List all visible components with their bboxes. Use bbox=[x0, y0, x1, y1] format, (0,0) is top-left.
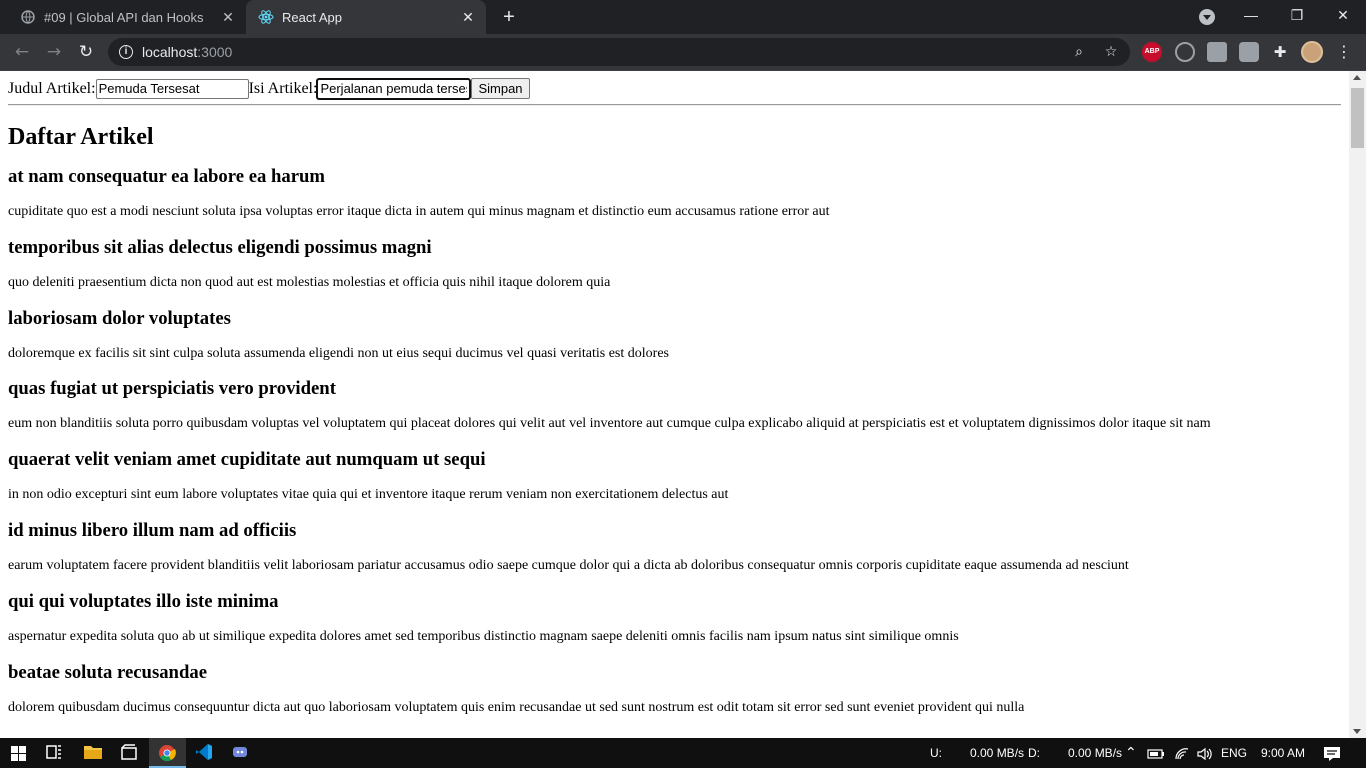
page-title: Daftar Artikel bbox=[8, 124, 154, 150]
scroll-up-icon[interactable] bbox=[1353, 75, 1361, 80]
article-body: in non odio excepturi sint eum labore vo… bbox=[8, 487, 729, 503]
scroll-down-icon[interactable] bbox=[1353, 729, 1361, 734]
extension-icon[interactable] bbox=[1175, 42, 1195, 62]
bookmark-star-icon[interactable]: ☆ bbox=[1102, 43, 1120, 61]
article-body: dolorem quibusdam ducimus consequuntur d… bbox=[8, 699, 1025, 715]
minimize-button[interactable]: — bbox=[1228, 0, 1274, 34]
article-body: quo deleniti praesentium dicta non quod … bbox=[8, 274, 611, 290]
zoom-icon[interactable]: ⌕ bbox=[1070, 43, 1088, 61]
net-down-value: 0.00 MB/s bbox=[1068, 746, 1123, 760]
new-tab-button[interactable]: + bbox=[498, 7, 520, 27]
close-icon[interactable]: ✕ bbox=[220, 9, 236, 25]
divider bbox=[8, 104, 1341, 106]
close-icon[interactable]: ✕ bbox=[460, 9, 476, 25]
extensions-puzzle-icon[interactable]: ✚ bbox=[1270, 42, 1290, 62]
camera-extension-icon[interactable] bbox=[1239, 42, 1259, 62]
article-title: temporibus sit alias delectus eligendi p… bbox=[8, 236, 432, 258]
isi-label: Isi Artikel: bbox=[248, 79, 318, 97]
judul-input[interactable] bbox=[95, 78, 249, 99]
media-app-icon[interactable] bbox=[120, 743, 140, 763]
article-body: eum non blanditiis soluta porro quibusda… bbox=[8, 416, 1211, 432]
article-title: beatae soluta recusandae bbox=[8, 661, 207, 683]
browser-toolbar: ← → ↻ i localhost:3000 ⌕ ☆ ABP ✚ ⋮ bbox=[0, 34, 1366, 71]
article-title: at nam consequatur ea labore ea harum bbox=[8, 166, 325, 187]
net-up-value: 0.00 MB/s bbox=[970, 746, 1025, 760]
extension-icon[interactable] bbox=[1207, 42, 1227, 62]
react-icon bbox=[258, 9, 274, 25]
menu-dots-icon[interactable]: ⋮ bbox=[1336, 42, 1352, 62]
back-icon[interactable]: ← bbox=[9, 40, 35, 64]
task-view-icon[interactable] bbox=[45, 743, 65, 763]
reload-icon[interactable]: ↻ bbox=[73, 40, 99, 64]
tab-strip: #09 | Global API dan Hooks ✕ React App ✕… bbox=[0, 0, 1366, 34]
article-body: doloremque ex facilis sit sint culpa sol… bbox=[8, 345, 669, 361]
article-title: id minus libero illum nam ad officiis bbox=[8, 520, 297, 541]
chevron-up-icon[interactable]: ⌃ bbox=[1125, 738, 1137, 768]
adblock-extension-icon[interactable]: ABP bbox=[1142, 42, 1162, 62]
file-explorer-icon[interactable] bbox=[83, 743, 103, 763]
article-title: quaerat velit veniam amet cupiditate aut… bbox=[8, 449, 486, 471]
chrome-icon bbox=[159, 745, 176, 762]
address-bar[interactable]: i localhost:3000 ⌕ ☆ bbox=[108, 38, 1130, 66]
globe-icon bbox=[20, 9, 36, 25]
clock[interactable]: 9:00 AM bbox=[1261, 738, 1305, 768]
article-form: Judul Artikel: Isi Artikel: Simpan bbox=[8, 77, 530, 100]
wifi-icon[interactable] bbox=[1174, 738, 1190, 768]
taskbar: U: 0.00 MB/s D: 0.00 MB/s ⌃ ENG 9:00 AM bbox=[0, 738, 1366, 768]
maximize-button[interactable]: ❐ bbox=[1274, 0, 1320, 34]
tab-search-icon[interactable] bbox=[1199, 9, 1215, 25]
net-up-label: U: bbox=[930, 746, 942, 760]
tab-title: React App bbox=[282, 9, 342, 25]
article-body: earum voluptatem facere provident blandi… bbox=[8, 558, 1129, 573]
volume-icon[interactable] bbox=[1196, 738, 1212, 768]
info-icon[interactable]: i bbox=[119, 45, 133, 59]
windows-start-icon[interactable] bbox=[0, 738, 36, 768]
article-title: quas fugiat ut perspiciatis vero provide… bbox=[8, 378, 336, 400]
tab-global-api[interactable]: #09 | Global API dan Hooks ✕ bbox=[8, 0, 246, 34]
article-body: cupiditate quo est a modi nesciunt solut… bbox=[8, 204, 830, 219]
page-viewport: Judul Artikel: Isi Artikel: Simpan Dafta… bbox=[0, 71, 1349, 738]
scrollbar[interactable] bbox=[1349, 71, 1366, 738]
net-down-label: D: bbox=[1028, 746, 1040, 760]
vscode-icon[interactable] bbox=[195, 743, 215, 763]
article-body: aspernatur expedita soluta quo ab ut sim… bbox=[8, 628, 959, 644]
tab-react-app[interactable]: React App ✕ bbox=[246, 0, 486, 34]
tab-title: #09 | Global API dan Hooks bbox=[44, 9, 204, 25]
battery-icon[interactable] bbox=[1147, 738, 1165, 768]
chrome-taskbar-button[interactable] bbox=[149, 738, 186, 768]
language-indicator[interactable]: ENG bbox=[1221, 738, 1247, 768]
isi-input[interactable] bbox=[316, 77, 472, 100]
article-title: laboriosam dolor voluptates bbox=[8, 307, 231, 329]
url-text[interactable]: localhost:3000 bbox=[142, 38, 232, 66]
simpan-button[interactable]: Simpan bbox=[471, 78, 530, 99]
scroll-thumb[interactable] bbox=[1351, 88, 1364, 148]
notification-icon[interactable] bbox=[1323, 738, 1341, 768]
article-title: qui qui voluptates illo iste minima bbox=[8, 590, 279, 612]
discord-icon[interactable] bbox=[231, 743, 251, 763]
forward-icon[interactable]: → bbox=[41, 40, 67, 64]
close-window-button[interactable]: ✕ bbox=[1320, 0, 1366, 34]
judul-label: Judul Artikel: bbox=[8, 79, 96, 97]
profile-avatar[interactable] bbox=[1301, 41, 1323, 63]
